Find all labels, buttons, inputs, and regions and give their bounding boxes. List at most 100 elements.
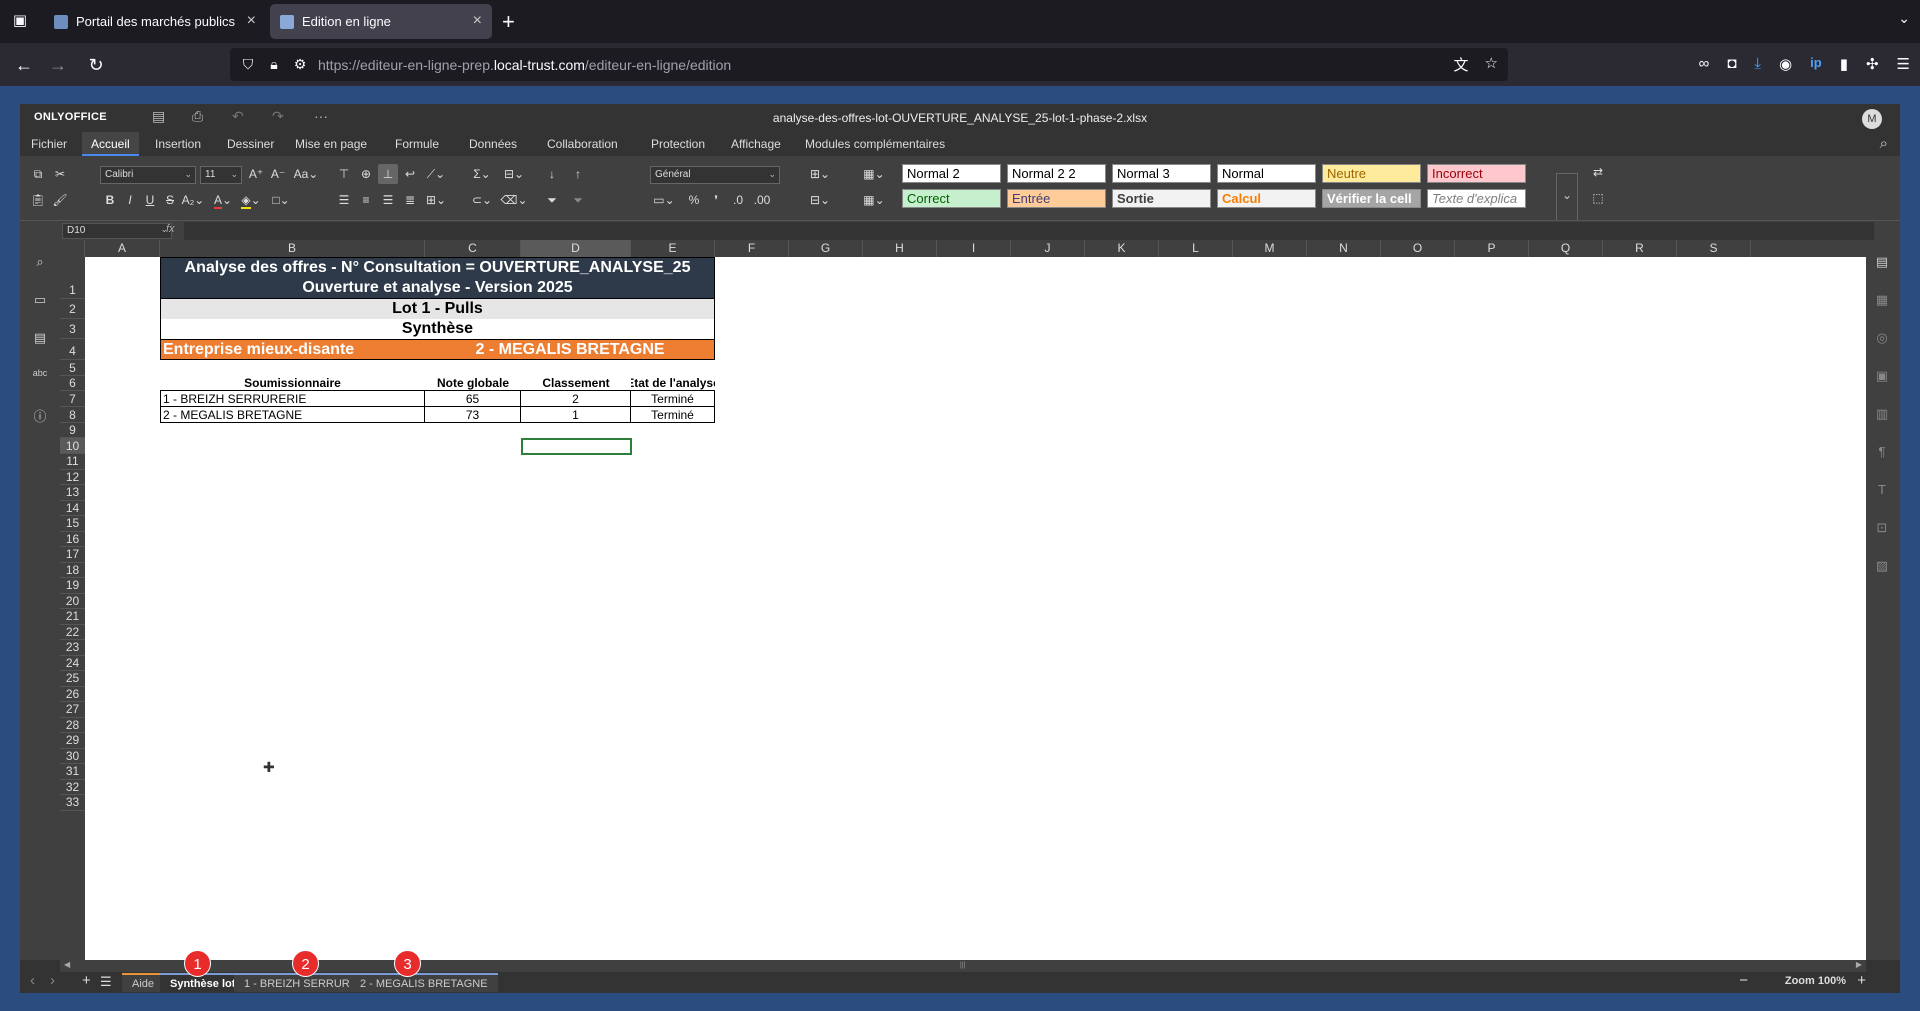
prev-sheet-icon[interactable]: ‹ <box>30 972 35 989</box>
private-mask-icon[interactable]: ∞ <box>1699 55 1710 73</box>
row-header-17[interactable]: 17 <box>60 547 85 563</box>
column-header-l[interactable]: L <box>1159 240 1233 257</box>
fill-icon[interactable]: ⊟⌄ <box>500 164 528 184</box>
row-header-20[interactable]: 20 <box>60 594 85 609</box>
sheet-list-icon[interactable]: ☰ <box>100 974 112 990</box>
named-ranges-icon[interactable]: ⊂⌄ <box>468 190 496 210</box>
best-offer-row[interactable]: Entreprise mieux-disante 2 - MEGALIS BRE… <box>160 339 715 360</box>
font-name-select[interactable]: Calibri ⌄ <box>100 166 196 184</box>
spreadsheet-grid[interactable]: ABCDEFGHIJKLMNOPQRS 1 2 3 4 5 6 7 8 9 10 11 12 13 14 1… <box>60 240 1866 960</box>
permissions-icon[interactable]: ⚙ <box>292 56 308 73</box>
row-header-23[interactable]: 23 <box>60 640 85 656</box>
row-header-1[interactable]: 1 <box>60 257 85 299</box>
column-header-f[interactable]: F <box>715 240 789 257</box>
search-icon[interactable]: ⌕ <box>32 254 48 270</box>
shape-settings-icon[interactable]: ◎ <box>1874 330 1890 346</box>
zoom-level[interactable]: Zoom 100% <box>1785 975 1846 987</box>
account-icon[interactable]: ◉ <box>1779 55 1792 73</box>
sheet-cells[interactable]: Analyse des offres - N° Consultation = O… <box>85 257 1866 960</box>
row-header-18[interactable]: 18 <box>60 563 85 578</box>
download-icon[interactable]: ⤓ <box>1754 55 1761 73</box>
sort-ascending-icon[interactable]: ↓ <box>542 164 562 184</box>
style-verifier-cellule[interactable]: Vérifier la cell <box>1322 189 1421 208</box>
column-header-m[interactable]: M <box>1233 240 1307 257</box>
text-art-icon[interactable]: T <box>1874 482 1890 498</box>
row-header-12[interactable]: 12 <box>60 470 85 485</box>
column-header-p[interactable]: P <box>1455 240 1529 257</box>
column-header-j[interactable]: J <box>1011 240 1085 257</box>
menu-formule[interactable]: Formule <box>386 132 448 156</box>
horizontal-scrollbar[interactable]: ◀ ||| ▶ <box>60 960 1866 972</box>
pocket-icon[interactable]: ◘ <box>1727 55 1736 73</box>
slicer-icon[interactable]: ▨ <box>1874 558 1890 574</box>
style-incorrect[interactable]: Incorrect <box>1427 164 1526 183</box>
row-header-15[interactable]: 15 <box>60 516 85 532</box>
menu-donnees[interactable]: Données <box>460 132 526 156</box>
menu-insertion[interactable]: Insertion <box>146 132 210 156</box>
delete-cells-icon[interactable]: ⊟⌄ <box>806 190 834 210</box>
style-calcul[interactable]: Calcul <box>1217 189 1316 208</box>
reload-icon[interactable]: ↻ <box>82 51 110 79</box>
column-header-q[interactable]: Q <box>1529 240 1603 257</box>
merge-cells-icon[interactable]: ⊞⌄ <box>422 190 450 210</box>
column-header-g[interactable]: G <box>789 240 863 257</box>
comments-icon[interactable]: ▭ <box>32 292 48 308</box>
menu-accueil[interactable]: Accueil <box>82 132 139 156</box>
paragraph-settings-icon[interactable]: ¶ <box>1874 444 1890 460</box>
add-sheet-icon[interactable]: + <box>82 972 91 989</box>
number-format-select[interactable]: Général ⌄ <box>650 166 780 184</box>
new-tab-plus-icon[interactable]: + <box>502 9 515 35</box>
row-header-27[interactable]: 27 <box>60 702 85 718</box>
row-header-7[interactable]: 7 <box>60 391 85 407</box>
format-painter-icon[interactable]: 🖌︎ <box>50 190 70 210</box>
search-icon[interactable]: ⌕ <box>1880 135 1888 152</box>
column-header-s[interactable]: S <box>1677 240 1751 257</box>
translate-icon[interactable]: 文 <box>1454 54 1469 75</box>
row-header-30[interactable]: 30 <box>60 749 85 764</box>
row-header-10[interactable]: 10 <box>60 438 85 454</box>
sheet-tab-megalis-bretagne[interactable]: 2 - MEGALIS BRETAGNE <box>350 973 498 992</box>
style-correct[interactable]: Correct <box>902 189 1001 208</box>
table-row-1-note[interactable]: 65 <box>425 391 521 407</box>
style-normal-2[interactable]: Normal 2 <box>902 164 1001 183</box>
table-row-2-etat[interactable]: Terminé <box>631 407 715 423</box>
sort-descending-icon[interactable]: ↑ <box>568 164 588 184</box>
table-settings-icon[interactable]: ▦ <box>1874 292 1890 308</box>
select-all-corner[interactable] <box>60 240 85 257</box>
lot-title[interactable]: Lot 1 - Pulls <box>160 299 715 319</box>
column-header-i[interactable]: I <box>937 240 1011 257</box>
conditional-format-icon[interactable]: ▦⌄ <box>860 164 888 184</box>
menu-collaboration[interactable]: Collaboration <box>538 132 627 156</box>
style-neutre[interactable]: Neutre <box>1322 164 1421 183</box>
row-header-14[interactable]: 14 <box>60 501 85 516</box>
strikethrough-icon[interactable]: S <box>160 190 180 210</box>
style-normal-2-2[interactable]: Normal 2 2 <box>1007 164 1106 183</box>
subscript-icon[interactable]: A₂⌄ <box>180 190 206 210</box>
function-fx-icon[interactable]: fx <box>166 223 175 235</box>
accounting-icon[interactable]: ▭⌄ <box>650 190 678 210</box>
italic-icon[interactable]: I <box>120 190 140 210</box>
back-arrow-icon[interactable]: ← <box>10 51 38 79</box>
percent-icon[interactable]: % <box>684 190 704 210</box>
column-header-d[interactable]: D <box>521 240 631 257</box>
table-row-1-soumissionnaire[interactable]: 1 - BREIZH SERRURERIE <box>160 391 425 407</box>
menu-dessiner[interactable]: Dessiner <box>218 132 283 156</box>
row-header-28[interactable]: 28 <box>60 718 85 733</box>
row-header-31[interactable]: 31 <box>60 764 85 780</box>
column-header-o[interactable]: O <box>1381 240 1455 257</box>
align-right-icon[interactable]: ☰ <box>378 190 398 210</box>
zoom-out-icon[interactable]: − <box>1739 972 1748 989</box>
header-soumissionnaire[interactable]: Soumissionnaire <box>160 376 425 391</box>
column-header-c[interactable]: C <box>425 240 521 257</box>
privacy-extension-icon[interactable]: ▮ <box>1840 55 1848 73</box>
url-bar[interactable]: ⛉ 🔒︎ ⚙ https://editeur-en-ligne-prep.loc… <box>230 48 1508 81</box>
decrease-decimal-icon[interactable]: .0 <box>728 190 748 210</box>
table-row-1-classement[interactable]: 2 <box>521 391 631 407</box>
synthese-title[interactable]: Synthèse <box>160 319 715 339</box>
row-header-22[interactable]: 22 <box>60 625 85 640</box>
style-normal-3[interactable]: Normal 3 <box>1112 164 1211 183</box>
align-top-icon[interactable]: ⊤ <box>334 164 354 184</box>
info-icon[interactable]: ⓘ <box>32 406 48 424</box>
align-center-icon[interactable]: ≡ <box>356 190 376 210</box>
style-sortie[interactable]: Sortie <box>1112 189 1211 208</box>
